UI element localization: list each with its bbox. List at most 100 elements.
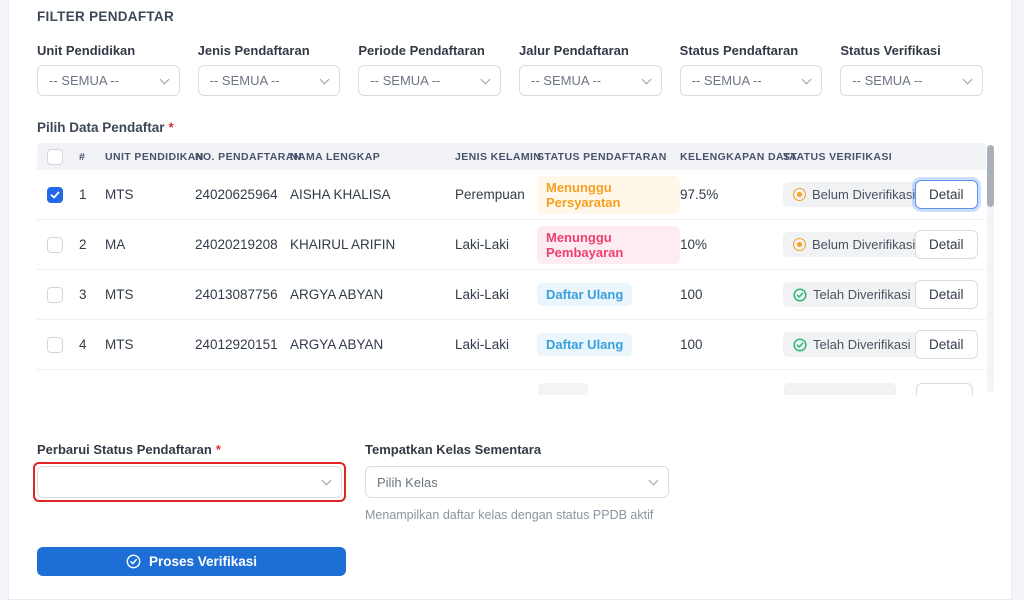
badge-label: Telah Diverifikasi <box>813 287 911 302</box>
row-num: 4 <box>79 337 105 352</box>
status-verifikasi-badge-partial <box>784 383 896 395</box>
row-unit: MA <box>105 237 195 252</box>
chevron-down-icon <box>641 74 651 84</box>
row-jenis-kelamin: Laki-Laki <box>455 287 537 302</box>
filter-jenis-pendaftaran: Jenis Pendaftaran -- SEMUA -- <box>198 43 341 96</box>
chevron-down-icon <box>802 74 812 84</box>
status-pendaftaran-badge-partial <box>538 383 588 395</box>
pending-dot-icon <box>793 188 806 201</box>
chevron-down-icon <box>963 74 973 84</box>
periode-pendaftaran-select[interactable]: -- SEMUA -- <box>358 65 501 96</box>
row-kelengkapan: 100 <box>680 287 783 302</box>
table-row: 4 MTS 24012920151 ARGYA ABYAN Laki-Laki … <box>37 320 986 370</box>
filter-periode-pendaftaran: Periode Pendaftaran -- SEMUA -- <box>358 43 501 96</box>
status-verifikasi-select[interactable]: -- SEMUA -- <box>840 65 983 96</box>
filter-label: Unit Pendidikan <box>37 43 180 58</box>
required-asterisk: * <box>216 442 221 457</box>
pendaftar-table: # UNIT PENDIDIKAN NO. PENDAFTARAN NAMA L… <box>37 143 994 395</box>
filter-unit-pendidikan: Unit Pendidikan -- SEMUA -- <box>37 43 180 96</box>
row-kelengkapan: 10% <box>680 237 783 252</box>
row-nama: AISHA KHALISA <box>290 187 455 202</box>
header-num: # <box>79 151 105 163</box>
select-value: -- SEMUA -- <box>852 73 922 88</box>
detail-button[interactable]: Detail <box>915 280 978 309</box>
table-header-row: # UNIT PENDIDIKAN NO. PENDAFTARAN NAMA L… <box>37 143 986 170</box>
row-no-pendaftaran: 24020219208 <box>195 237 290 252</box>
row-checkbox[interactable] <box>47 237 63 253</box>
kelas-helper-text: Menampilkan daftar kelas dengan status P… <box>365 508 669 522</box>
detail-button[interactable]: Detail <box>915 330 978 359</box>
main-card: FILTER PENDAFTAR Unit Pendidikan -- SEMU… <box>8 0 1012 600</box>
row-checkbox[interactable] <box>47 337 63 353</box>
status-verifikasi-badge: Telah Diverifikasi <box>783 282 921 307</box>
check-circle-icon <box>793 288 807 302</box>
row-num: 2 <box>79 237 105 252</box>
check-circle-icon <box>126 554 141 569</box>
row-nama: KHAIRUL ARIFIN <box>290 237 455 252</box>
scrollbar-thumb[interactable] <box>987 145 994 207</box>
row-no-pendaftaran: 24012920151 <box>195 337 290 352</box>
filter-section-title: FILTER PENDAFTAR <box>37 0 983 24</box>
chevron-down-icon <box>320 74 330 84</box>
status-pendaftaran-badge: Daftar Ulang <box>537 333 632 356</box>
jalur-pendaftaran-select[interactable]: -- SEMUA -- <box>519 65 662 96</box>
check-circle-icon <box>793 338 807 352</box>
proses-verifikasi-button[interactable]: Proses Verifikasi <box>37 547 346 576</box>
status-pendaftaran-select[interactable]: -- SEMUA -- <box>680 65 823 96</box>
header-unit-pendidikan: UNIT PENDIDIKAN <box>105 151 195 163</box>
status-verifikasi-badge: Telah Diverifikasi <box>783 332 921 357</box>
header-no-pendaftaran: NO. PENDAFTARAN <box>195 151 290 163</box>
row-unit: MTS <box>105 287 195 302</box>
header-kelengkapan-data: KELENGKAPAN DATA <box>680 151 783 163</box>
header-status-verifikasi: STATUS VERIFIKASI <box>783 151 915 163</box>
detail-button[interactable]: Detail <box>915 180 978 209</box>
filter-label: Status Pendaftaran <box>680 43 823 58</box>
chevron-down-icon <box>322 476 332 486</box>
filter-jalur-pendaftaran: Jalur Pendaftaran -- SEMUA -- <box>519 43 662 96</box>
field-label: Perbarui Status Pendaftaran* <box>37 442 342 457</box>
filter-status-verifikasi: Status Verifikasi -- SEMUA -- <box>840 43 983 96</box>
pilih-kelas-select[interactable]: Pilih Kelas <box>365 466 669 498</box>
button-label: Proses Verifikasi <box>149 554 257 569</box>
row-num: 1 <box>79 187 105 202</box>
table-row: 1 MTS 24020625964 AISHA KHALISA Perempua… <box>37 170 986 220</box>
chevron-down-icon <box>649 476 659 486</box>
table-row-partial <box>37 370 994 395</box>
select-value: -- SEMUA -- <box>692 73 762 88</box>
table-title-text: Pilih Data Pendaftar <box>37 120 165 135</box>
row-no-pendaftaran: 24020625964 <box>195 187 290 202</box>
field-label: Tempatkan Kelas Sementara <box>365 442 669 457</box>
badge-label: Telah Diverifikasi <box>813 337 911 352</box>
table-row: 2 MA 24020219208 KHAIRUL ARIFIN Laki-Lak… <box>37 220 986 270</box>
filter-label: Jalur Pendaftaran <box>519 43 662 58</box>
table-title: Pilih Data Pendaftar* <box>37 120 983 135</box>
row-checkbox[interactable] <box>47 187 63 203</box>
header-status-pendaftaran: STATUS PENDAFTARAN <box>537 151 680 163</box>
check-icon <box>50 190 60 200</box>
filter-grid: Unit Pendidikan -- SEMUA -- Jenis Pendaf… <box>37 43 983 96</box>
select-placeholder: Pilih Kelas <box>377 475 438 490</box>
table-scrollbar[interactable] <box>987 145 994 392</box>
badge-label: Belum Diverifikasi <box>812 187 915 202</box>
chevron-down-icon <box>481 74 491 84</box>
badge-label: Belum Diverifikasi <box>812 237 915 252</box>
header-select-all <box>37 149 79 165</box>
status-verifikasi-badge: Belum Diverifikasi <box>783 232 925 257</box>
detail-button[interactable]: Detail <box>915 230 978 259</box>
row-num: 3 <box>79 287 105 302</box>
row-jenis-kelamin: Laki-Laki <box>455 237 537 252</box>
row-nama: ARGYA ABYAN <box>290 337 455 352</box>
select-all-checkbox[interactable] <box>47 149 63 165</box>
row-jenis-kelamin: Perempuan <box>455 187 537 202</box>
perbarui-status-select[interactable] <box>37 466 342 498</box>
row-checkbox[interactable] <box>47 287 63 303</box>
status-pendaftaran-badge: Menunggu Persyaratan <box>537 176 680 214</box>
detail-button-partial[interactable] <box>916 383 973 395</box>
unit-pendidikan-select[interactable]: -- SEMUA -- <box>37 65 180 96</box>
field-tempatkan-kelas: Tempatkan Kelas Sementara Pilih Kelas Me… <box>365 442 669 522</box>
status-pendaftaran-badge: Menunggu Pembayaran <box>537 226 680 264</box>
status-verifikasi-badge: Belum Diverifikasi <box>783 182 925 207</box>
header-jenis-kelamin: JENIS KELAMIN <box>455 151 537 163</box>
header-nama-lengkap: NAMA LENGKAP <box>290 151 455 163</box>
jenis-pendaftaran-select[interactable]: -- SEMUA -- <box>198 65 341 96</box>
